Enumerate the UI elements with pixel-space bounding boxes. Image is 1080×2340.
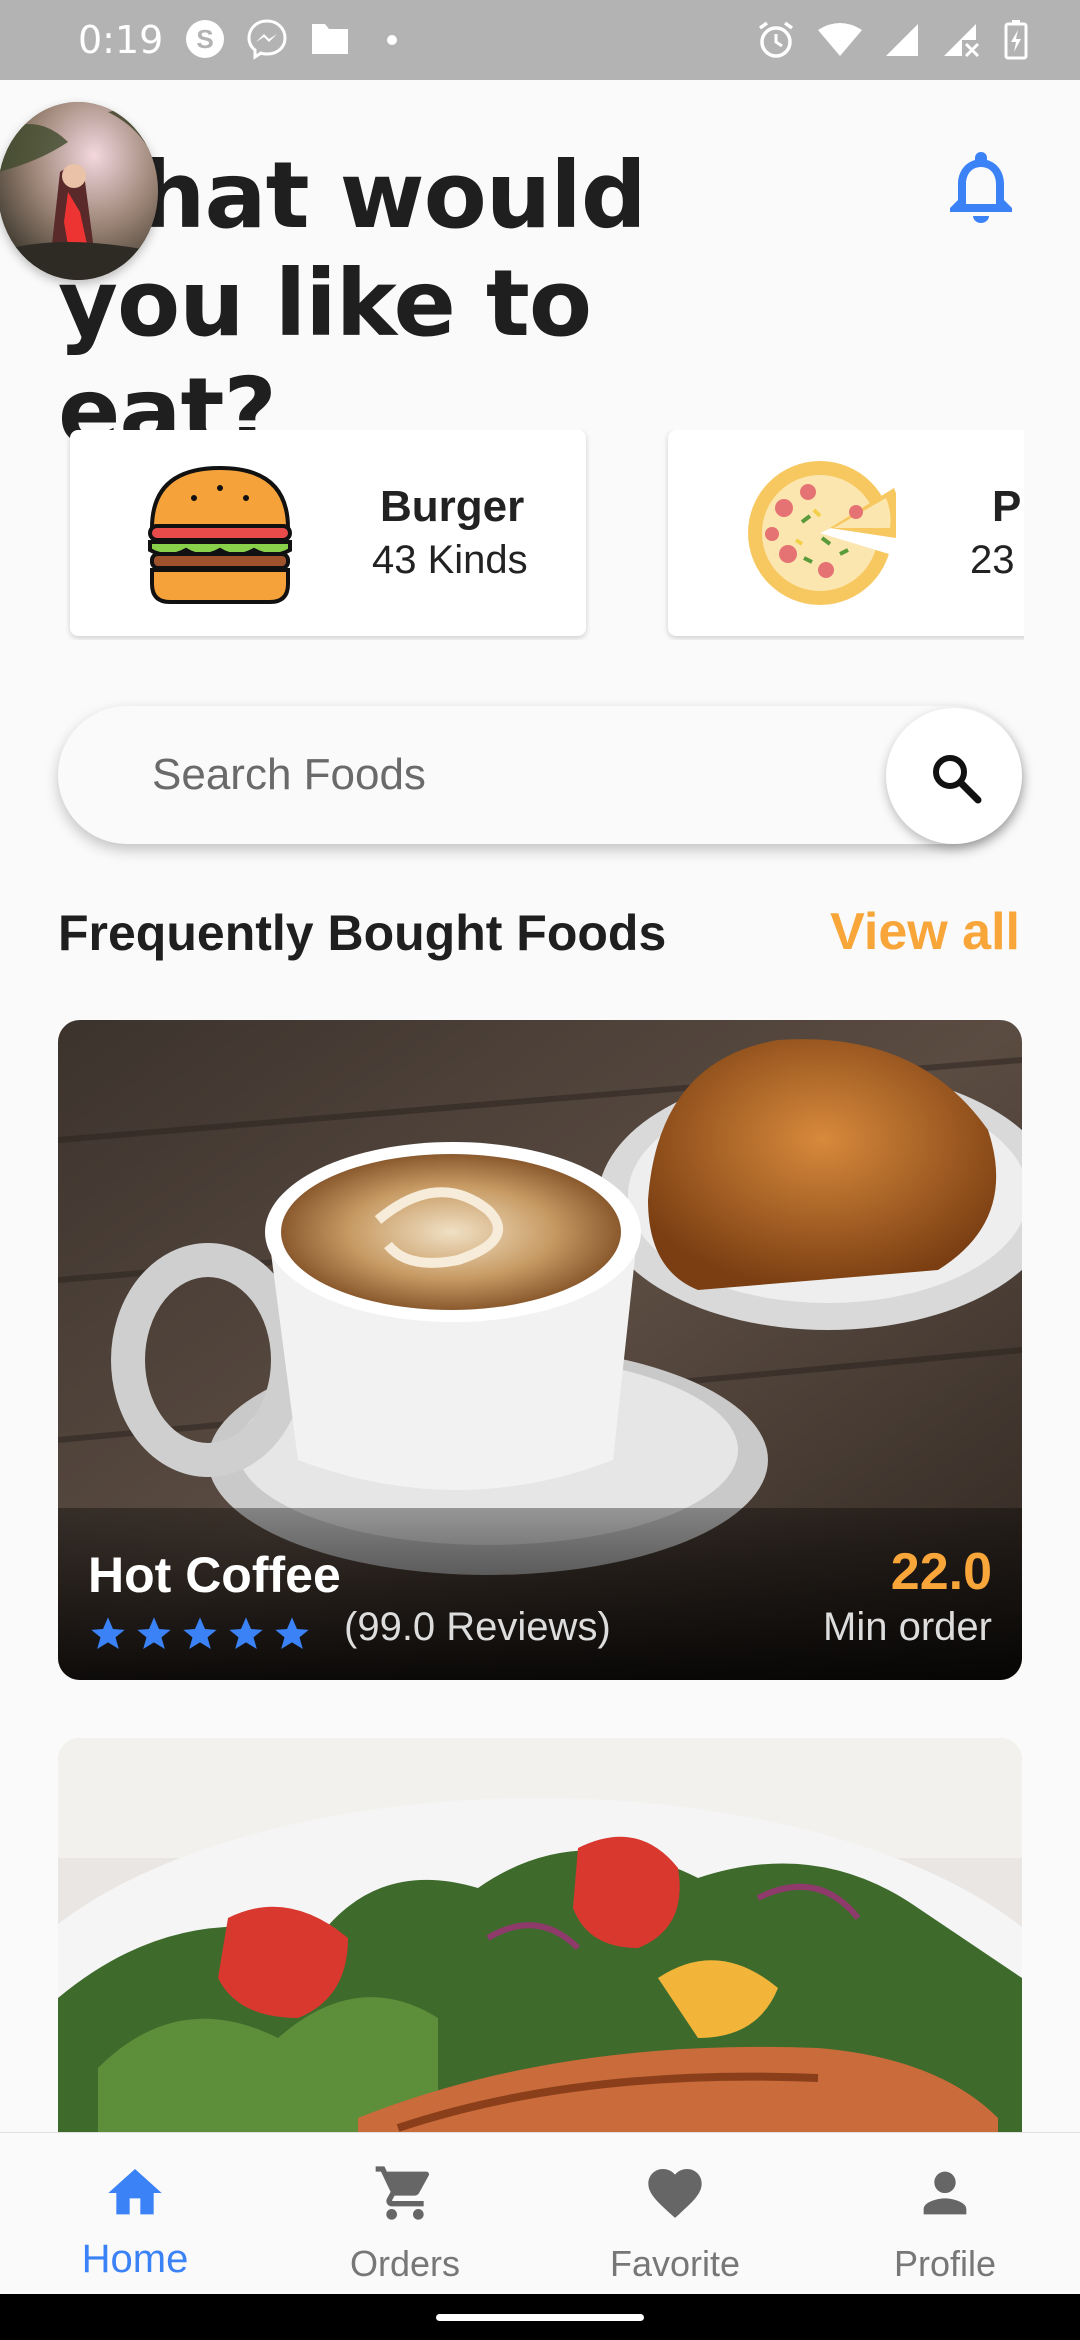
nav-profile[interactable]: Profile <box>810 2133 1080 2295</box>
title-line-1: hat would <box>140 142 647 249</box>
category-card-burger[interactable]: Burger 43 Kinds <box>70 430 586 636</box>
page-title: hat would you like to eat? <box>58 142 778 466</box>
avatar-photo <box>0 102 158 280</box>
messenger-icon <box>247 19 287 60</box>
wifi-icon <box>818 23 862 56</box>
review-count: (99.0 Reviews) <box>344 1605 611 1649</box>
cart-icon <box>375 2166 430 2220</box>
nav-orders[interactable]: Orders <box>270 2133 540 2295</box>
profile-avatar[interactable] <box>0 102 158 280</box>
svg-text:S: S <box>196 24 213 54</box>
battery-charging-icon <box>1004 20 1028 60</box>
rating-stars <box>88 1614 312 1654</box>
signal-noservice-icon <box>944 24 980 58</box>
search-button[interactable] <box>886 708 1022 844</box>
status-time: 0:19 <box>78 18 164 62</box>
nav-label: Profile <box>893 2243 997 2284</box>
food-image <box>58 1738 1022 2138</box>
signal-icon <box>886 24 918 56</box>
skype-icon: S <box>186 20 224 58</box>
nav-favorite[interactable]: Favorite <box>540 2133 810 2295</box>
status-bar: 0:19 S <box>0 0 1080 80</box>
food-card-hot-coffee[interactable]: Hot Coffee (99.0 Reviews) 22.0 Min order <box>58 1020 1022 1680</box>
search-bar <box>58 706 1022 844</box>
dot-icon <box>387 35 397 45</box>
nav-home[interactable]: Home <box>0 2133 270 2295</box>
category-list: Burger 43 Kinds P 23 <box>0 430 1024 640</box>
search-input[interactable] <box>150 742 854 808</box>
view-all-link[interactable]: View all <box>830 902 1020 962</box>
category-name: Burger <box>380 482 525 531</box>
star-icon <box>91 1617 125 1649</box>
home-gesture-handle[interactable] <box>436 2314 644 2321</box>
star-icon <box>229 1617 263 1649</box>
star-icon <box>275 1617 309 1649</box>
category-name: P <box>992 482 1022 531</box>
alarm-icon <box>758 21 794 58</box>
food-name: Hot Coffee <box>88 1547 341 1603</box>
bottom-navigation: Home Orders Favorite Profile <box>0 2132 1080 2295</box>
search-icon <box>933 755 982 804</box>
category-count: 23 <box>970 538 1015 582</box>
food-price: 22.0 <box>890 1543 992 1601</box>
gesture-bar <box>0 2294 1080 2340</box>
pizza-icon <box>748 461 896 605</box>
burger-icon <box>148 465 292 604</box>
nav-label: Home <box>81 2237 189 2281</box>
heart-icon <box>648 2169 702 2218</box>
home-icon <box>108 2169 162 2215</box>
star-icon <box>183 1617 217 1649</box>
min-order-label: Min order <box>823 1605 992 1649</box>
category-card-pizza[interactable]: P 23 <box>668 430 1024 636</box>
nav-label: Orders <box>349 2243 461 2284</box>
category-count: 43 Kinds <box>372 538 528 582</box>
person-icon <box>923 2171 967 2215</box>
food-card-salad[interactable] <box>58 1738 1022 2138</box>
bell-icon[interactable] <box>946 148 1016 224</box>
star-icon <box>137 1617 171 1649</box>
section-title: Frequently Bought Foods <box>58 905 667 961</box>
nav-label: Favorite <box>609 2243 741 2284</box>
folder-icon <box>312 24 348 54</box>
